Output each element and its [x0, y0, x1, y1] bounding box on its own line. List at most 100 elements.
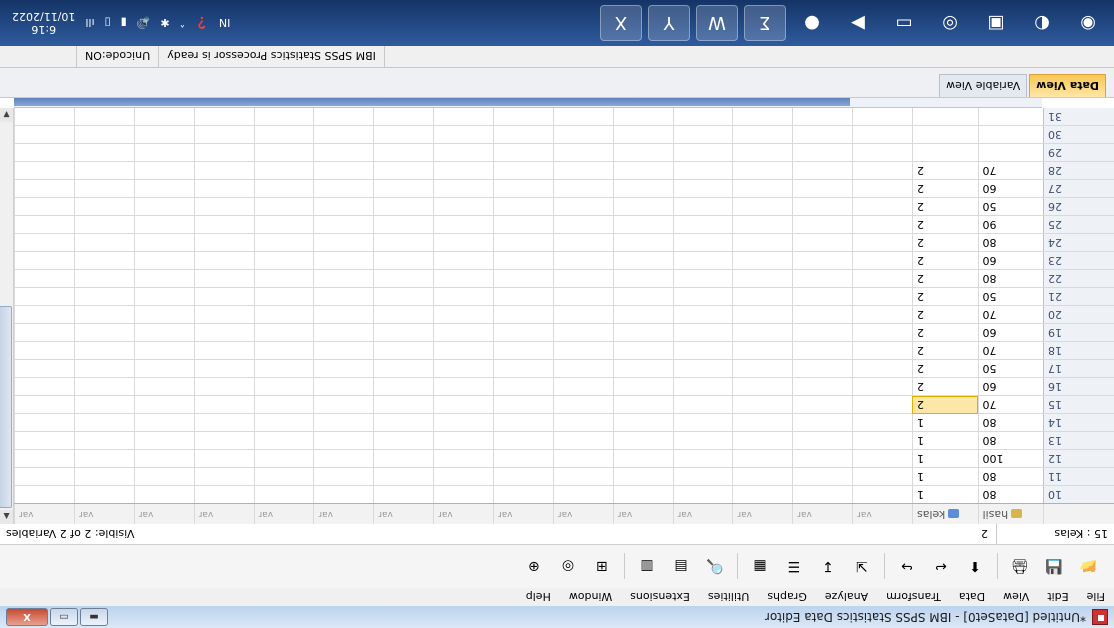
cell-kelas[interactable]: 2: [912, 306, 979, 324]
cell-kelas[interactable]: [912, 126, 979, 144]
acrobat-icon[interactable]: Y: [648, 5, 690, 41]
row-number[interactable]: 29: [1043, 144, 1114, 162]
print-icon[interactable]: 🖨: [1008, 555, 1032, 579]
cell-empty[interactable]: [852, 270, 913, 288]
cell-empty[interactable]: [373, 486, 434, 504]
cell-empty[interactable]: [134, 414, 195, 432]
column-header-var[interactable]: var: [852, 504, 913, 524]
cell-empty[interactable]: [254, 108, 314, 126]
cell-kelas[interactable]: 2: [912, 396, 979, 414]
cell-empty[interactable]: [673, 270, 733, 288]
cell-empty[interactable]: [433, 126, 494, 144]
cell-empty[interactable]: [792, 324, 853, 342]
cell-empty[interactable]: [313, 234, 374, 252]
cell-empty[interactable]: [732, 342, 793, 360]
cell-empty[interactable]: [194, 198, 255, 216]
cell-empty[interactable]: [194, 234, 255, 252]
cell-empty[interactable]: [433, 108, 494, 126]
cell-empty[interactable]: [433, 234, 494, 252]
cell-empty[interactable]: [613, 162, 674, 180]
cell-empty[interactable]: [673, 432, 733, 450]
cell-kelas[interactable]: 2: [912, 162, 979, 180]
cell-empty[interactable]: [194, 468, 255, 486]
cell-empty[interactable]: [792, 234, 853, 252]
cell-empty[interactable]: [254, 180, 314, 198]
cell-hasil[interactable]: 100: [978, 450, 1044, 468]
cell-empty[interactable]: [673, 342, 733, 360]
cell-empty[interactable]: [373, 450, 434, 468]
column-header-var[interactable]: var: [493, 504, 554, 524]
cell-empty[interactable]: [373, 288, 434, 306]
cell-empty[interactable]: [74, 324, 135, 342]
cell-empty[interactable]: [553, 234, 614, 252]
cell-empty[interactable]: [14, 270, 75, 288]
cell-empty[interactable]: [74, 306, 135, 324]
cell-empty[interactable]: [553, 486, 614, 504]
cell-empty[interactable]: [254, 342, 314, 360]
cell-hasil[interactable]: [978, 126, 1044, 144]
cell-empty[interactable]: [613, 324, 674, 342]
cell-empty[interactable]: [673, 216, 733, 234]
cell-kelas[interactable]: 2: [912, 234, 979, 252]
cell-empty[interactable]: [373, 396, 434, 414]
cell-empty[interactable]: [194, 396, 255, 414]
cell-empty[interactable]: [613, 378, 674, 396]
cell-empty[interactable]: [134, 126, 195, 144]
cell-kelas[interactable]: 2: [912, 378, 979, 396]
cell-empty[interactable]: [673, 198, 733, 216]
cell-empty[interactable]: [373, 144, 434, 162]
cell-empty[interactable]: [134, 180, 195, 198]
cell-empty[interactable]: [74, 108, 135, 126]
cell-empty[interactable]: [613, 216, 674, 234]
cell-empty[interactable]: [792, 450, 853, 468]
cell-empty[interactable]: [254, 306, 314, 324]
menu-graphs[interactable]: Graphs: [758, 591, 815, 604]
cell-empty[interactable]: [194, 126, 255, 144]
menu-utilities[interactable]: Utilities: [699, 591, 758, 604]
help-icon[interactable]: ❓: [195, 17, 209, 30]
cell-empty[interactable]: [852, 180, 913, 198]
cell-empty[interactable]: [433, 324, 494, 342]
cell-empty[interactable]: [732, 432, 793, 450]
scroll-up-arrow-icon[interactable]: ▲: [0, 510, 13, 524]
cell-empty[interactable]: [194, 108, 255, 126]
cell-kelas[interactable]: [912, 108, 979, 126]
office-icon[interactable]: ▣: [976, 7, 1016, 41]
cell-empty[interactable]: [732, 360, 793, 378]
cell-empty[interactable]: [792, 288, 853, 306]
cell-empty[interactable]: [792, 360, 853, 378]
cell-empty[interactable]: [373, 324, 434, 342]
cell-empty[interactable]: [134, 360, 195, 378]
cell-empty[interactable]: [194, 252, 255, 270]
cell-empty[interactable]: [553, 360, 614, 378]
minimize-button[interactable]: ▬: [80, 608, 108, 626]
dialog-recall-icon[interactable]: ⬆: [963, 555, 987, 579]
cell-empty[interactable]: [134, 468, 195, 486]
cell-kelas[interactable]: 2: [912, 198, 979, 216]
open-icon[interactable]: 📂: [1076, 555, 1100, 579]
cell-empty[interactable]: [74, 378, 135, 396]
cell-empty[interactable]: [134, 252, 195, 270]
cell-empty[interactable]: [553, 414, 614, 432]
cell-empty[interactable]: [613, 342, 674, 360]
cell-empty[interactable]: [673, 414, 733, 432]
cell-hasil[interactable]: 60: [978, 180, 1044, 198]
cell-empty[interactable]: [613, 468, 674, 486]
horizontal-scrollbar[interactable]: [14, 97, 1042, 108]
cell-empty[interactable]: [613, 288, 674, 306]
column-header-var[interactable]: var: [673, 504, 733, 524]
cell-empty[interactable]: [254, 162, 314, 180]
cell-empty[interactable]: [74, 468, 135, 486]
row-number[interactable]: 31: [1043, 108, 1114, 126]
cell-empty[interactable]: [792, 414, 853, 432]
cell-empty[interactable]: [433, 468, 494, 486]
cell-empty[interactable]: [373, 252, 434, 270]
column-header-var[interactable]: var: [732, 504, 793, 524]
cell-hasil[interactable]: 50: [978, 198, 1044, 216]
scroll-down-arrow-icon[interactable]: ▼: [0, 108, 13, 122]
cell-empty[interactable]: [732, 198, 793, 216]
cell-empty[interactable]: [433, 270, 494, 288]
cell-empty[interactable]: [792, 342, 853, 360]
cell-empty[interactable]: [254, 324, 314, 342]
cell-empty[interactable]: [852, 198, 913, 216]
